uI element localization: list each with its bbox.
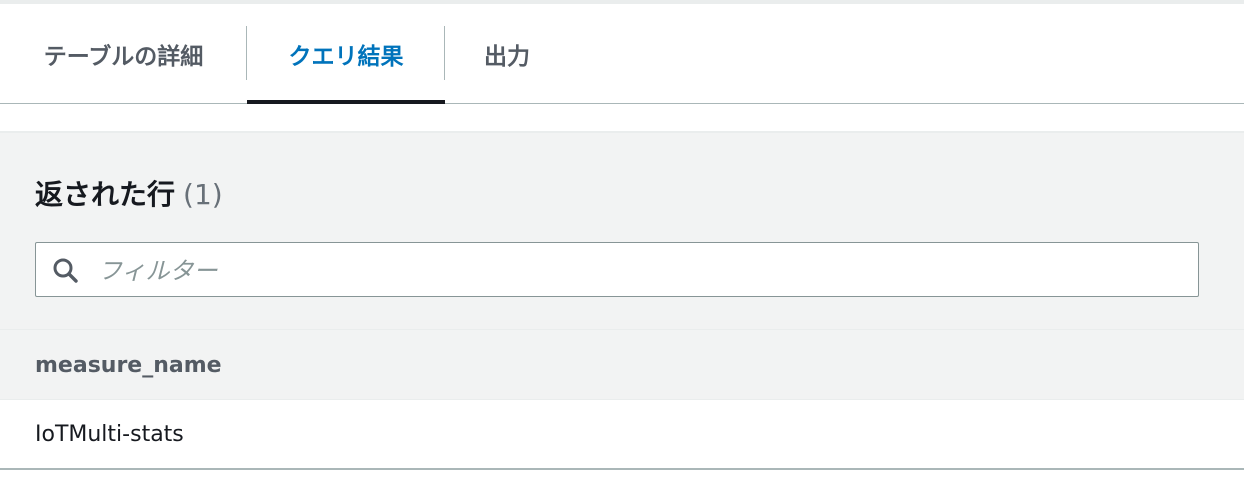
results-count: (1) <box>183 178 223 211</box>
table-header: measure_name <box>0 329 1244 400</box>
results-title: 返された行 <box>35 178 176 211</box>
column-header-measure-name[interactable]: measure_name <box>35 353 222 378</box>
results-panel: 返された行(1) measure_name IoTMulti-stats <box>0 131 1244 470</box>
tab-output[interactable]: 出力 <box>445 4 569 103</box>
tab-label: 出力 <box>484 43 530 70</box>
filter-input[interactable] <box>96 251 1180 291</box>
results-heading: 返された行 (1) <box>35 173 223 213</box>
tab-label: クエリ結果 <box>288 43 404 70</box>
tab-table-details[interactable]: テーブルの詳細 <box>0 4 247 103</box>
filter-field[interactable] <box>35 242 1199 297</box>
tab-query-results[interactable]: クエリ結果 <box>247 4 445 104</box>
tab-bar: テーブルの詳細 クエリ結果 出力 <box>0 4 1244 104</box>
search-icon <box>53 258 78 283</box>
table-cell: IoTMulti-stats <box>35 421 184 447</box>
table-row[interactable]: IoTMulti-stats <box>0 399 1244 470</box>
tab-label: テーブルの詳細 <box>43 43 204 70</box>
